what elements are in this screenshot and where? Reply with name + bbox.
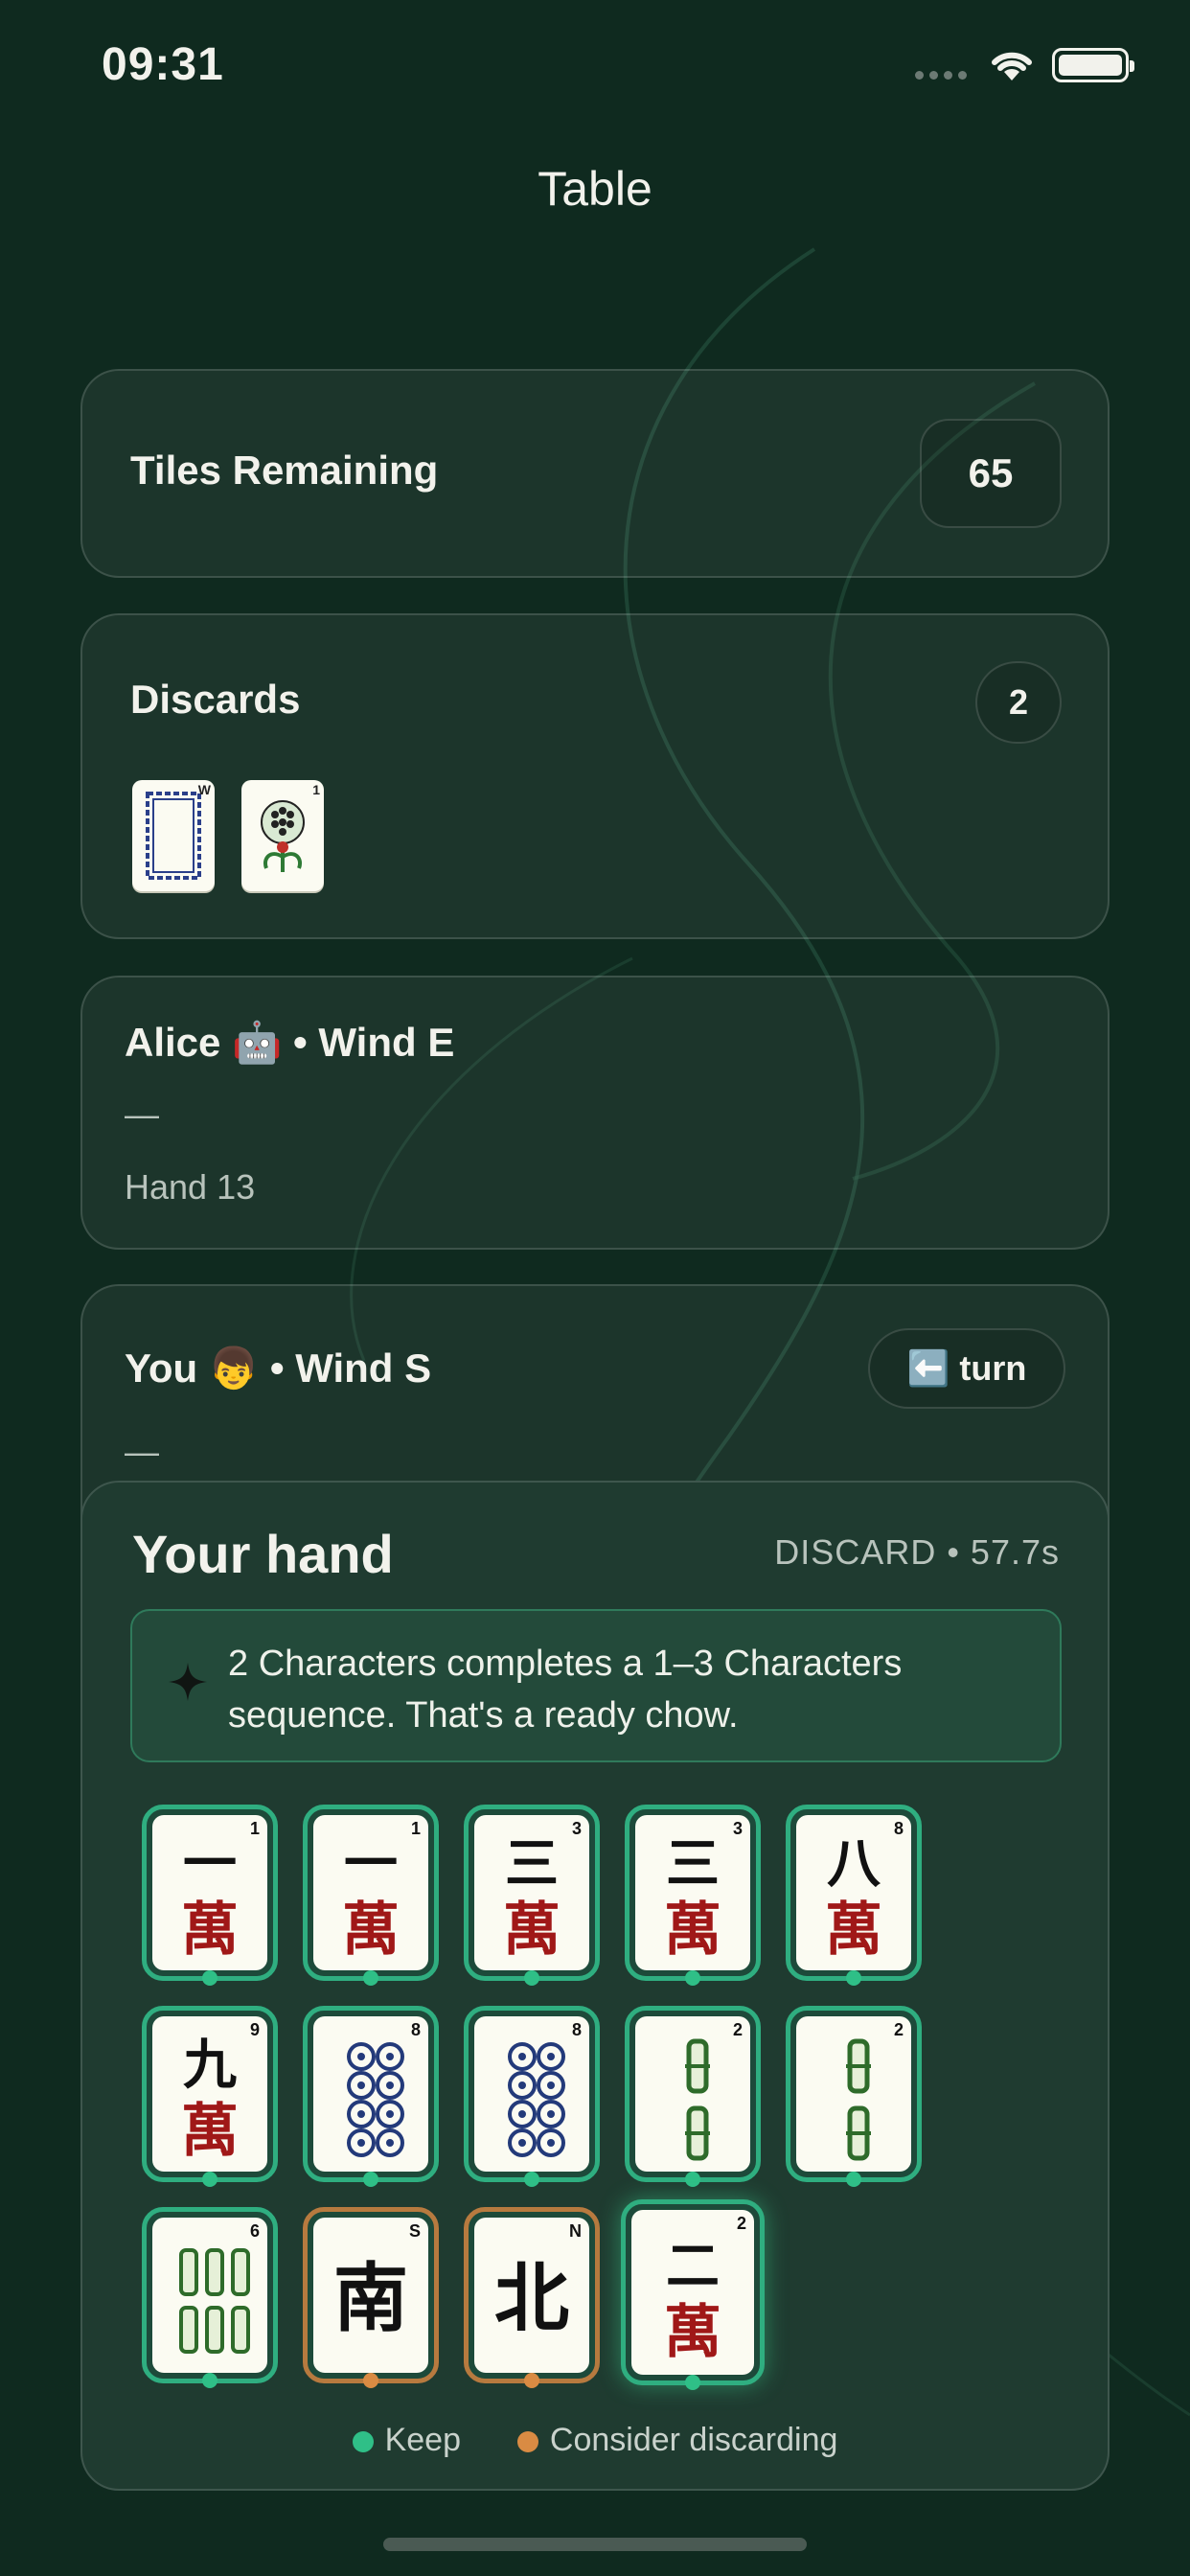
eight-circles-icon	[347, 2042, 404, 2157]
tile-bottom-glyph: 萬	[342, 1897, 400, 1964]
cellular-signal-icon	[915, 71, 967, 80]
tiles-remaining-count: 65	[920, 419, 1062, 528]
two-bamboo-icon	[685, 2038, 710, 2161]
hand-panel: Your hand DISCARD • 57.7s 2 Characters c…	[80, 1481, 1110, 2491]
keep-indicator-dot	[202, 1970, 217, 1986]
discards-label: Discards	[130, 677, 301, 722]
wifi-icon	[992, 52, 1032, 80]
keep-indicator-dot	[685, 2172, 700, 2187]
hand-tile-8-circles[interactable]: 8	[464, 2006, 600, 2187]
lotus-circle-icon	[261, 800, 305, 872]
tile-top-glyph: 二	[666, 2236, 720, 2298]
tile-bottom-glyph: 萬	[825, 1897, 882, 1964]
status-time: 09:31	[102, 39, 224, 90]
tile-bottom-glyph: 萬	[181, 2098, 239, 2165]
page-title: Table	[538, 162, 652, 216]
hand-tile-1-characters[interactable]: 1 一 萬	[303, 1805, 439, 1986]
two-bamboo-icon	[846, 2038, 871, 2161]
hand-tile-1-characters[interactable]: 1 一 萬	[142, 1805, 278, 1986]
discards-card: Discards 2 W 1	[80, 613, 1110, 939]
tile-top-glyph: 三	[666, 1833, 720, 1896]
battery-icon	[1052, 48, 1134, 82]
hand-tile-3-characters[interactable]: 3 三 萬	[464, 1805, 600, 1986]
discard-indicator-dot	[524, 2373, 539, 2388]
player-hand-count: Hand 13	[125, 1167, 256, 1207]
hand-tile-6-bamboo[interactable]: 6	[142, 2207, 278, 2388]
hand-tile-8-circles[interactable]: 8	[303, 2006, 439, 2187]
tile-bottom-glyph: 萬	[503, 1897, 561, 1964]
hand-title: Your hand	[132, 1524, 394, 1584]
tile-top-glyph: 一	[344, 1833, 398, 1896]
discards-count: 2	[975, 661, 1062, 744]
hint-text: 2 Characters completes a 1–3 Characters …	[228, 1644, 903, 1736]
discard-tile-index: W	[197, 782, 211, 797]
keep-indicator-dot	[524, 1970, 539, 1986]
tile-number: 8	[571, 2020, 582, 2039]
tile-number: 8	[410, 2020, 421, 2039]
hint-box: 2 Characters completes a 1–3 Characters …	[130, 1609, 1062, 1762]
tile-number: S	[408, 2221, 421, 2241]
discard-indicator-dot	[363, 2373, 378, 2388]
tile-wind-glyph: 南	[332, 2256, 408, 2342]
keep-legend-label: Keep	[384, 2422, 461, 2458]
hand-tile-2-characters-drawn[interactable]: 2 二 萬	[621, 2199, 765, 2390]
advice-legend: Keep Consider discarding	[82, 2422, 1108, 2459]
discard-tile-white-dragon[interactable]: W	[132, 780, 215, 891]
tile-top-glyph: 一	[183, 1833, 237, 1896]
discard-tile-index: 1	[312, 782, 320, 797]
keep-indicator-dot	[202, 2172, 217, 2187]
hand-phase-timer: DISCARD • 57.7s	[774, 1532, 1060, 1572]
hand-tile-9-characters[interactable]: 9 九 萬	[142, 2006, 278, 2187]
turn-badge: ⬅️ turn	[868, 1328, 1065, 1409]
tile-number: 6	[249, 2221, 260, 2241]
tile-bottom-glyph: 萬	[664, 1897, 721, 1964]
keep-indicator-dot	[846, 1970, 861, 1986]
tile-number: 2	[736, 2214, 746, 2233]
player-name-line: You 👦 • Wind S	[125, 1346, 432, 1391]
tile-top-glyph: 九	[183, 2035, 237, 2097]
keep-indicator-dot	[846, 2172, 861, 2187]
hand-tile-north-wind[interactable]: N 北	[464, 2207, 600, 2388]
tile-number: 2	[893, 2020, 904, 2039]
keep-indicator-dot	[202, 2373, 217, 2388]
tiles-remaining-card: Tiles Remaining 65	[80, 369, 1110, 578]
hand-tile-3-characters[interactable]: 3 三 萬	[625, 1805, 761, 1986]
tile-number: N	[569, 2221, 582, 2241]
hand-tile-south-wind[interactable]: S 南	[303, 2207, 439, 2388]
hand-tile-2-bamboo[interactable]: 2	[786, 2006, 922, 2187]
tiles-remaining-label: Tiles Remaining	[130, 448, 439, 493]
keep-indicator-dot	[685, 1970, 700, 1986]
tile-top-glyph: 八	[827, 1833, 881, 1896]
eight-circles-icon	[508, 2042, 565, 2157]
tile-bottom-glyph: 萬	[181, 1897, 239, 1964]
hand-tile-2-bamboo[interactable]: 2	[625, 2006, 761, 2187]
keep-indicator-dot	[685, 2375, 700, 2390]
keep-indicator-dot	[524, 2172, 539, 2187]
tile-wind-glyph: 北	[493, 2256, 569, 2342]
keep-indicator-dot	[363, 1970, 378, 1986]
player-card-alice: Alice 🤖 • Wind E — Hand 13	[80, 976, 1110, 1250]
discard-legend-label: Consider discarding	[549, 2422, 838, 2458]
discard-tile-one-circle[interactable]: 1	[241, 780, 324, 891]
tile-bottom-glyph: 萬	[664, 2299, 721, 2366]
sparkle-icon	[169, 1663, 207, 1701]
home-indicator[interactable]	[383, 2538, 807, 2551]
player-status: —	[125, 1094, 159, 1134]
keep-legend-dot	[352, 2431, 374, 2452]
keep-indicator-dot	[363, 2172, 378, 2187]
tile-number: 2	[732, 2020, 743, 2039]
discard-legend-dot	[516, 2431, 538, 2452]
status-bar: 09:31	[0, 0, 1190, 134]
tile-top-glyph: 三	[505, 1833, 559, 1896]
hand-tile-8-characters[interactable]: 8 八 萬	[786, 1805, 922, 1986]
player-name-line: Alice 🤖 • Wind E	[125, 1020, 455, 1065]
player-status: —	[125, 1432, 159, 1471]
six-bamboo-icon	[179, 2248, 250, 2354]
